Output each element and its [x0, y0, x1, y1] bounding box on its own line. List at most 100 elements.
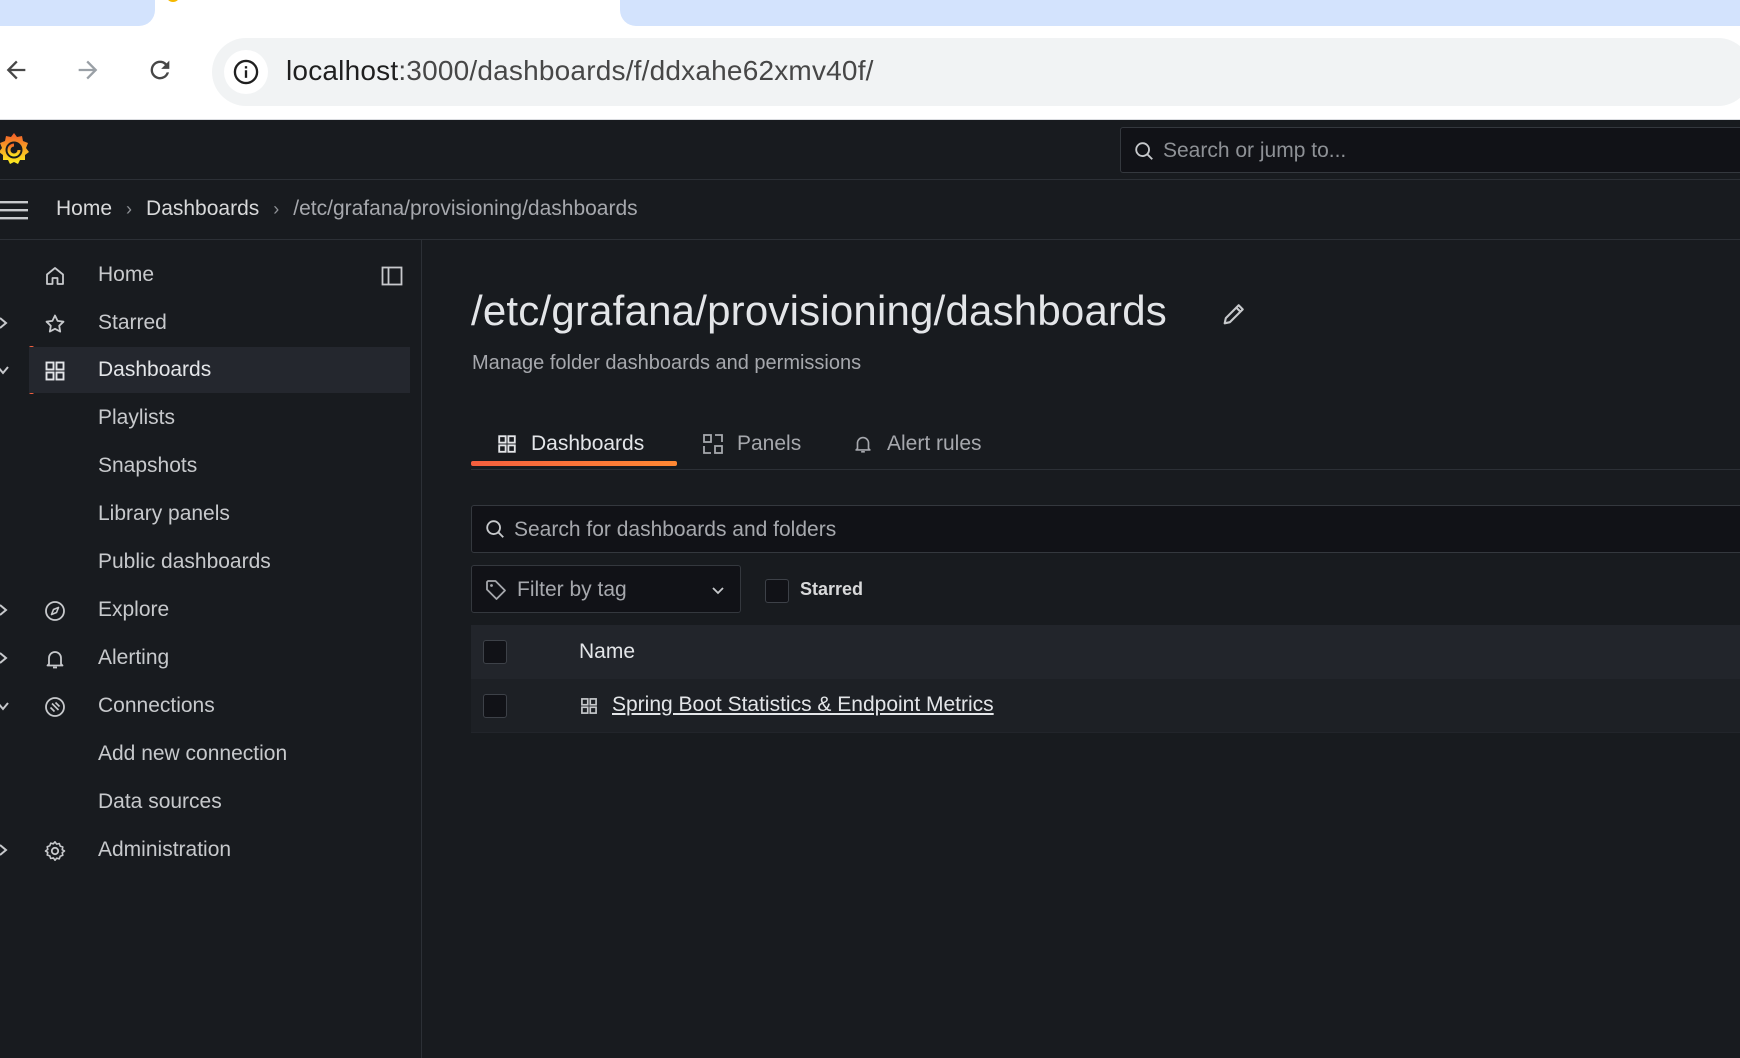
tag-icon [486, 580, 506, 600]
breadcrumb-dashboards[interactable]: Dashboards [146, 197, 259, 221]
site-info-button[interactable] [224, 50, 268, 94]
gear-icon [42, 838, 68, 864]
chevron-right-icon[interactable] [0, 601, 10, 619]
sidebar-item-dashboards[interactable]: Dashboards [0, 347, 410, 393]
row-checkbox[interactable] [483, 694, 507, 718]
browser-toolbar: localhost:3000/dashboards/f/ddxahe62xmv4… [0, 26, 1740, 120]
sidebar-item-administration[interactable]: Administration [0, 827, 412, 873]
search-icon [1135, 142, 1153, 160]
chevron-down-icon[interactable] [0, 361, 10, 379]
chevron-down-icon[interactable] [0, 697, 10, 715]
starred-checkbox[interactable] [765, 579, 789, 603]
breadcrumb-home[interactable]: Home [56, 197, 112, 221]
apps-icon [581, 698, 597, 714]
tab-alert-rules[interactable]: Alert rules [851, 418, 982, 470]
chevron-right-icon[interactable] [0, 314, 10, 332]
sidebar-item-label: Home [98, 263, 155, 286]
reload-button[interactable] [142, 52, 178, 88]
back-button[interactable] [0, 52, 34, 88]
apps-icon [495, 432, 519, 456]
dashboard-search-input[interactable]: Search for dashboards and folders [471, 505, 1740, 553]
compass-icon [42, 598, 68, 624]
tab-panels[interactable]: Panels [701, 418, 801, 470]
breadcrumb-current-folder: /etc/grafana/provisioning/dashboards [293, 197, 638, 220]
tab-label: Alert rules [887, 432, 982, 455]
chevron-right-icon[interactable] [0, 841, 10, 859]
tag-filter-placeholder: Filter by tag [517, 578, 627, 601]
breadcrumb-bar: Home › Dashboards › /etc/grafana/provisi… [0, 180, 1740, 240]
sidebar-item-data-sources[interactable]: Data sources [0, 779, 412, 825]
pen-icon[interactable] [1220, 300, 1248, 328]
sidebar-item-add-new-connection[interactable]: Add new connection [0, 731, 412, 777]
url-host: localhost [286, 55, 399, 86]
sidebar-item-label: Public dashboards [98, 550, 271, 573]
address-bar[interactable]: localhost:3000/dashboards/f/ddxahe62xmv4… [212, 38, 1740, 106]
tag-filter-select[interactable]: Filter by tag [471, 565, 741, 613]
browser-tab-inactive[interactable] [0, 0, 155, 26]
sidebar-item-label: Add new connection [98, 742, 288, 765]
sidebar-item-label: Library panels [98, 502, 230, 525]
table-header: Name [471, 625, 1740, 679]
sidebar-nav: Home Starred Dashboards Playlists Snapsh… [0, 240, 422, 1058]
sidebar-item-home[interactable]: Home [0, 252, 412, 298]
url-text[interactable]: localhost:3000/dashboards/f/ddxahe62xmv4… [286, 55, 874, 87]
chevron-down-icon [712, 587, 724, 595]
tab-favicon [166, 0, 180, 2]
sidebar-item-starred[interactable]: Starred [0, 300, 412, 346]
menu-icon[interactable] [0, 198, 30, 222]
sidebar-item-connections[interactable]: Connections [0, 683, 412, 729]
info-icon [233, 59, 259, 85]
chevron-right-icon: › [126, 198, 133, 219]
sidebar-item-label: Data sources [98, 790, 222, 813]
url-path: :3000/dashboards/f/ddxahe62xmv40f/ [398, 55, 874, 86]
dock-menu-icon[interactable] [380, 264, 404, 288]
starred-label[interactable]: Starred [800, 579, 863, 600]
table-row[interactable]: Spring Boot Statistics & Endpoint Metric… [471, 679, 1740, 733]
sidebar-item-snapshots[interactable]: Snapshots [0, 443, 412, 489]
browser-tab-inactive[interactable] [620, 0, 1740, 26]
apps-icon [42, 358, 68, 384]
sidebar-item-alerting[interactable]: Alerting [0, 635, 412, 681]
tab-label: Panels [737, 432, 802, 455]
sidebar-item-label: Dashboards [98, 358, 212, 381]
star-icon [42, 311, 68, 337]
sidebar-item-label: Snapshots [98, 454, 198, 477]
chevron-right-icon: › [273, 198, 280, 219]
sidebar-item-label: Explore [98, 598, 170, 621]
folder-tabs: Dashboards Panels Alert rules [471, 418, 1740, 470]
page-subtitle: Manage folder dashboards and permissions [472, 352, 862, 374]
sidebar-item-library-panels[interactable]: Library panels [0, 491, 412, 537]
reload-icon [150, 60, 170, 80]
tab-label: Dashboards [531, 432, 645, 455]
active-tab-indicator [471, 461, 677, 466]
plug-icon [42, 694, 68, 720]
sidebar-item-label: Administration [98, 838, 232, 861]
global-search-placeholder: Search or jump to... [1163, 139, 1347, 162]
sidebar-item-playlists[interactable]: Playlists [0, 395, 412, 441]
search-icon [486, 520, 504, 538]
bell-icon [42, 646, 68, 672]
forward-button[interactable] [70, 52, 106, 88]
sidebar-item-public-dashboards[interactable]: Public dashboards [0, 539, 412, 585]
chevron-right-icon[interactable] [0, 649, 10, 667]
grafana-topbar: Search or jump to... [0, 120, 1740, 180]
browser-tab-strip [0, 0, 1740, 26]
dashboard-search-placeholder: Search for dashboards and folders [514, 518, 837, 541]
breadcrumb: Home › Dashboards › /etc/grafana/provisi… [56, 197, 638, 221]
sidebar-item-label: Connections [98, 694, 215, 717]
home-icon [42, 263, 68, 289]
column-header-name[interactable]: Name [579, 640, 635, 664]
sidebar-item-label: Alerting [98, 646, 170, 669]
global-search-input[interactable]: Search or jump to... [1120, 127, 1740, 173]
arrow-right-icon [78, 60, 98, 80]
page-title: /etc/grafana/provisioning/dashboards [471, 287, 1167, 334]
bell-icon [851, 432, 875, 456]
sidebar-item-explore[interactable]: Explore [0, 587, 412, 633]
grafana-logo-icon[interactable] [0, 130, 32, 168]
sidebar-item-label: Playlists [98, 406, 176, 429]
arrow-left-icon [6, 60, 26, 80]
select-all-checkbox[interactable] [483, 640, 507, 664]
sidebar-item-label: Starred [98, 311, 167, 334]
library-panel-icon [701, 432, 725, 456]
dashboard-link[interactable]: Spring Boot Statistics & Endpoint Metric… [612, 693, 994, 717]
